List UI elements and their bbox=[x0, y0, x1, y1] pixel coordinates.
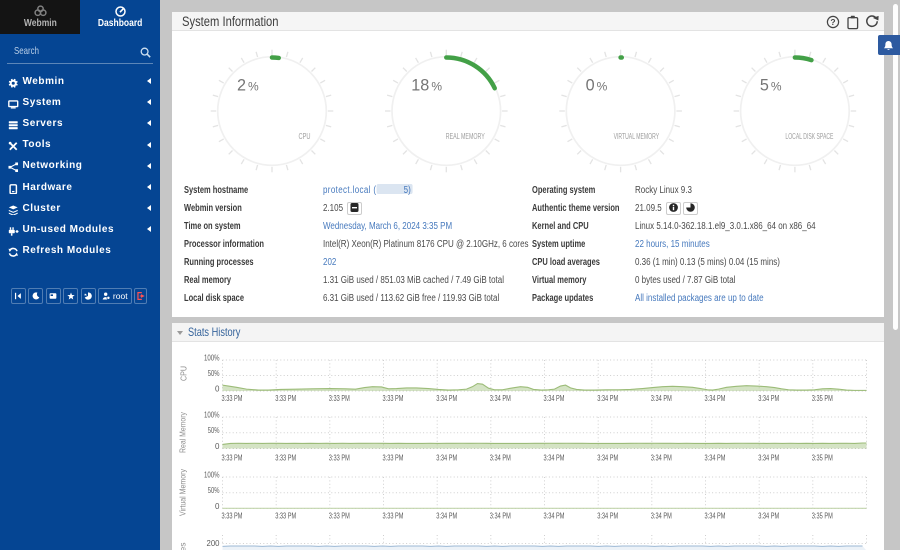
svg-text:3:33 PM: 3:33 PM bbox=[221, 453, 242, 462]
svg-text:3:34 PM: 3:34 PM bbox=[543, 394, 564, 403]
svg-text:200: 200 bbox=[206, 538, 220, 547]
svg-text:3:34 PM: 3:34 PM bbox=[597, 511, 618, 520]
svg-text:0: 0 bbox=[215, 502, 220, 511]
svg-text:3:34 PM: 3:34 PM bbox=[436, 453, 457, 462]
svg-text:3:34 PM: 3:34 PM bbox=[489, 453, 510, 462]
svg-text:3:34 PM: 3:34 PM bbox=[489, 394, 510, 403]
svg-text:3:34 PM: 3:34 PM bbox=[597, 394, 618, 403]
svg-text:3:34 PM: 3:34 PM bbox=[758, 453, 779, 462]
svg-text:3:33 PM: 3:33 PM bbox=[328, 394, 349, 403]
svg-text:3:34 PM: 3:34 PM bbox=[704, 511, 725, 520]
svg-text:LOCAL DISK SPACE: LOCAL DISK SPACE bbox=[785, 132, 833, 141]
svg-text:3:34 PM: 3:34 PM bbox=[650, 394, 671, 403]
svg-text:50%: 50% bbox=[207, 426, 219, 435]
svg-text:3:33 PM: 3:33 PM bbox=[275, 511, 296, 520]
svg-text:2%: 2% bbox=[237, 76, 259, 94]
svg-text:3:33 PM: 3:33 PM bbox=[275, 394, 296, 403]
svg-text:100%: 100% bbox=[204, 470, 220, 479]
svg-text:3:34 PM: 3:34 PM bbox=[489, 511, 510, 520]
svg-text:3:34 PM: 3:34 PM bbox=[650, 511, 671, 520]
svg-text:3:33 PM: 3:33 PM bbox=[328, 511, 349, 520]
svg-text:3:35 PM: 3:35 PM bbox=[811, 394, 832, 403]
svg-text:3:34 PM: 3:34 PM bbox=[543, 511, 564, 520]
svg-text:VIRTUAL MEMORY: VIRTUAL MEMORY bbox=[613, 132, 659, 141]
svg-text:CPU: CPU bbox=[178, 366, 188, 381]
svg-text:3:34 PM: 3:34 PM bbox=[758, 511, 779, 520]
svg-text:50%: 50% bbox=[207, 369, 219, 378]
svg-text:3:33 PM: 3:33 PM bbox=[275, 453, 296, 462]
svg-text:3:33 PM: 3:33 PM bbox=[382, 453, 403, 462]
svg-text:3:33 PM: 3:33 PM bbox=[221, 394, 242, 403]
svg-text:3:34 PM: 3:34 PM bbox=[543, 453, 564, 462]
svg-text:100%: 100% bbox=[204, 410, 220, 419]
svg-text:5%: 5% bbox=[759, 76, 781, 94]
svg-text:0: 0 bbox=[215, 384, 220, 393]
svg-text:0: 0 bbox=[215, 442, 220, 451]
svg-text:18%: 18% bbox=[411, 76, 442, 94]
svg-text:3:33 PM: 3:33 PM bbox=[221, 511, 242, 520]
svg-text:3:34 PM: 3:34 PM bbox=[704, 394, 725, 403]
svg-text:3:34 PM: 3:34 PM bbox=[650, 453, 671, 462]
svg-text:3:34 PM: 3:34 PM bbox=[436, 511, 457, 520]
svg-text:3:33 PM: 3:33 PM bbox=[382, 511, 403, 520]
svg-text:Virtual Memory: Virtual Memory bbox=[177, 468, 187, 516]
svg-text:3:35 PM: 3:35 PM bbox=[811, 511, 832, 520]
svg-text:Real Memory: Real Memory bbox=[177, 411, 187, 453]
svg-text:?: ? bbox=[831, 17, 836, 27]
svg-text:3:34 PM: 3:34 PM bbox=[704, 453, 725, 462]
svg-text:100%: 100% bbox=[204, 353, 220, 362]
svg-text:50%: 50% bbox=[207, 486, 219, 495]
svg-text:Processes: Processes bbox=[177, 542, 187, 550]
svg-text:3:35 PM: 3:35 PM bbox=[811, 453, 832, 462]
svg-text:3:34 PM: 3:34 PM bbox=[436, 394, 457, 403]
svg-text:3:33 PM: 3:33 PM bbox=[328, 453, 349, 462]
svg-text:3:34 PM: 3:34 PM bbox=[597, 453, 618, 462]
svg-text:3:34 PM: 3:34 PM bbox=[758, 394, 779, 403]
svg-text:REAL MEMORY: REAL MEMORY bbox=[445, 132, 484, 141]
svg-text:CPU: CPU bbox=[298, 132, 310, 141]
svg-text:3:33 PM: 3:33 PM bbox=[382, 394, 403, 403]
svg-text:0%: 0% bbox=[585, 76, 607, 94]
